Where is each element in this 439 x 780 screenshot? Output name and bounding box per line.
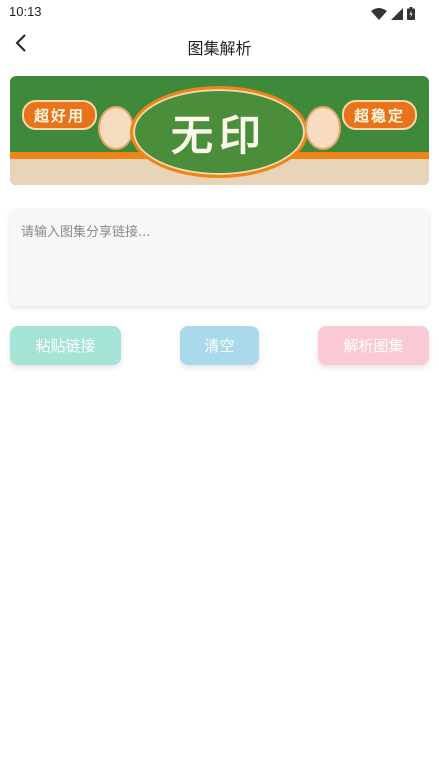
wifi-icon	[371, 5, 387, 24]
cloud-ornament-right	[305, 106, 341, 150]
banner-image: 超好用 无印 超稳定	[10, 76, 429, 185]
top-bar: 图集解析	[0, 24, 439, 66]
link-input-card	[10, 209, 429, 306]
badge-easy-to-use: 超好用	[22, 100, 98, 130]
status-bar: 10:13	[0, 0, 439, 24]
banner-plaque: 无印	[130, 86, 308, 178]
clear-button[interactable]: 清空	[180, 326, 259, 365]
parse-album-button[interactable]: 解析图集	[318, 326, 429, 365]
paste-link-button[interactable]: 粘贴链接	[10, 326, 121, 365]
banner-center-text: 无印	[170, 110, 267, 160]
link-input[interactable]	[10, 209, 429, 306]
badge-stable: 超稳定	[341, 100, 417, 130]
status-icons	[371, 5, 415, 24]
page-title: 图集解析	[187, 39, 252, 58]
signal-icon	[391, 5, 403, 24]
cloud-ornament-left	[98, 106, 134, 150]
battery-icon	[407, 5, 415, 24]
status-time: 10:13	[9, 4, 42, 19]
